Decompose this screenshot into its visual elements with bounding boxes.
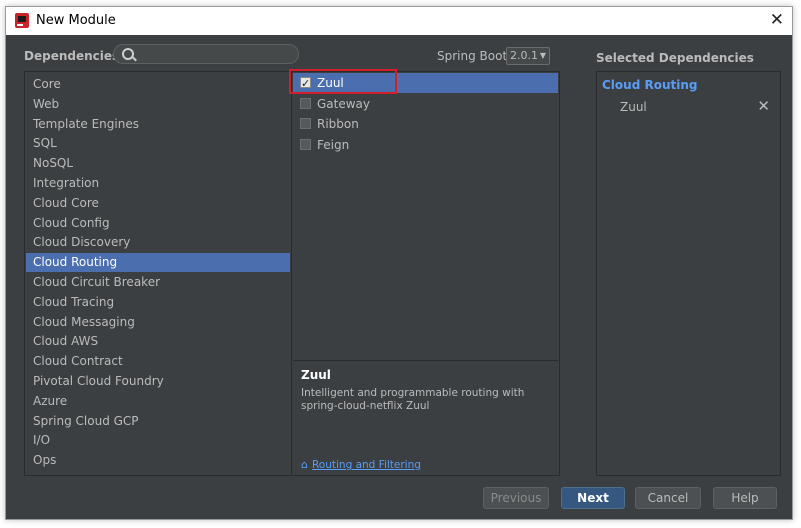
dependency-panel: ZuulGatewayRibbonFeign Zuul Intelligent … [292, 71, 560, 476]
dependency-item[interactable]: Ribbon [293, 114, 558, 134]
category-item[interactable]: Pivotal Cloud Foundry [26, 372, 290, 391]
dependency-item[interactable]: Feign [293, 135, 558, 155]
category-item[interactable]: Cloud Circuit Breaker [26, 273, 290, 292]
chevron-down-icon: ▼ [539, 51, 546, 60]
category-item[interactable]: NoSQL [26, 154, 290, 173]
dependency-checkbox[interactable] [300, 118, 311, 129]
selected-dependency-item: Zuul [620, 100, 647, 114]
close-window-button[interactable]: ✕ [770, 10, 784, 30]
highlight-box [289, 69, 397, 94]
dependency-item[interactable]: Gateway [293, 94, 558, 114]
spring-boot-version-value: 2.0.1 [510, 49, 538, 62]
selected-group-title: Cloud Routing [602, 78, 698, 92]
category-item[interactable]: Cloud Contract [26, 352, 290, 371]
category-item[interactable]: Cloud Tracing [26, 293, 290, 312]
category-item[interactable]: Web [26, 95, 290, 114]
category-item[interactable]: Cloud Config [26, 214, 290, 233]
window-title: New Module [36, 13, 116, 28]
spring-boot-version-select[interactable]: 2.0.1 ▼ [506, 47, 550, 65]
intellij-app-icon [15, 13, 29, 28]
new-module-dialog: New Module ✕ Dependencies Spring Boot 2.… [5, 6, 793, 520]
help-button[interactable]: Help [713, 487, 777, 509]
category-item[interactable]: Cloud Routing [26, 253, 290, 273]
description-divider [293, 360, 558, 361]
search-input[interactable] [113, 44, 299, 64]
category-item[interactable]: Template Engines [26, 115, 290, 134]
category-list: Core Web Template Engines SQL NoSQL Integrati… [24, 71, 292, 476]
cancel-button[interactable]: Cancel [635, 487, 701, 509]
category-item[interactable]: I/O [26, 431, 290, 450]
search-icon [122, 48, 134, 60]
spring-boot-label: Spring Boot [437, 49, 508, 63]
dependency-label: Ribbon [317, 117, 359, 131]
selected-dependencies-panel: Cloud Routing Zuul ✕ [596, 71, 781, 476]
category-item[interactable]: Cloud Messaging [26, 313, 290, 332]
title-bar: New Module ✕ [6, 7, 792, 35]
home-icon: ⌂ [301, 458, 308, 471]
dependency-checkbox[interactable] [300, 138, 311, 150]
description-title: Zuul [301, 368, 331, 382]
category-item[interactable]: Integration [26, 174, 290, 193]
dependency-label: Feign [317, 137, 350, 152]
dependency-label: Gateway [317, 96, 371, 111]
selected-dependencies-label: Selected Dependencies [596, 51, 754, 65]
category-item[interactable]: Cloud Core [26, 194, 290, 213]
category-item[interactable]: Cloud Discovery [26, 233, 290, 252]
category-item[interactable]: Ops [26, 451, 290, 470]
previous-button[interactable]: Previous [483, 487, 549, 509]
category-item[interactable]: Core [26, 75, 290, 94]
remove-dependency-button[interactable]: ✕ [757, 97, 770, 115]
reference-link[interactable]: ⌂ Routing and Filtering [301, 458, 421, 471]
reference-link-label[interactable]: Routing and Filtering [312, 459, 421, 471]
category-item[interactable]: Cloud AWS [26, 332, 290, 351]
category-item[interactable]: Spring Cloud GCP [26, 412, 290, 431]
dependencies-label: Dependencies [24, 49, 120, 63]
dependency-checkbox[interactable] [300, 97, 311, 109]
description-text: Intelligent and programmable routing wit… [301, 387, 525, 412]
category-item[interactable]: Azure [26, 392, 290, 411]
category-item[interactable]: SQL [26, 134, 290, 153]
next-button[interactable]: Next [561, 487, 625, 509]
